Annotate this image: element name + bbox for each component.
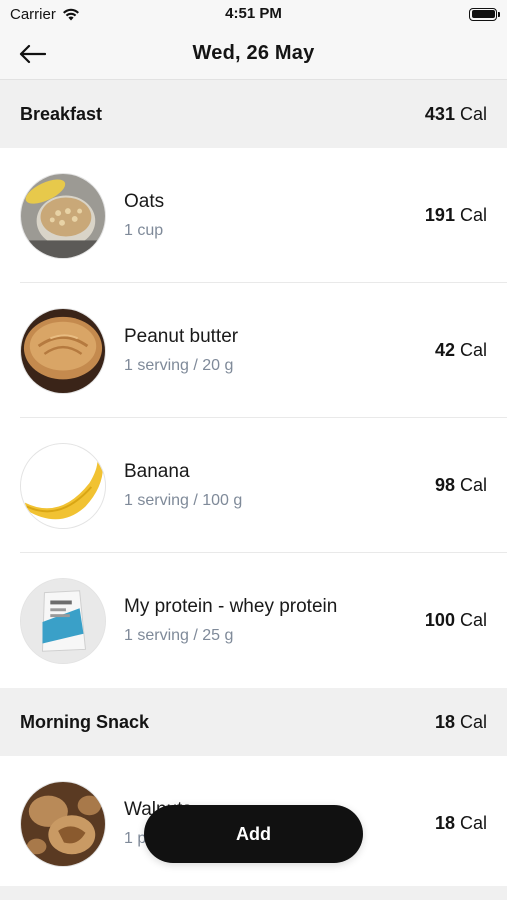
section-title: Morning Snack — [20, 711, 150, 732]
calorie-unit: Cal — [459, 205, 487, 225]
calorie-unit: Cal — [459, 711, 487, 732]
food-name: Oats — [124, 191, 165, 212]
calorie-unit: Cal — [459, 103, 487, 124]
food-amount: 1 cup — [124, 222, 164, 239]
food-row-whey-protein[interactable]: My protein - whey protein 1 serving / 25… — [0, 553, 507, 688]
food-calories: 18 Cal — [435, 813, 487, 834]
calorie-unit: Cal — [459, 340, 487, 360]
food-image-banana — [20, 442, 106, 529]
section-header-morning-snack: Morning Snack 18 Cal — [0, 688, 507, 756]
calorie-unit: Cal — [459, 475, 487, 495]
next-section-strip — [0, 886, 507, 900]
section-header-breakfast: Breakfast 431 Cal — [0, 80, 507, 148]
food-image-walnuts — [20, 780, 106, 867]
add-button[interactable]: Add — [144, 805, 363, 863]
section-title: Breakfast — [20, 103, 103, 124]
food-amount: 1 serving / 25 g — [124, 627, 234, 644]
food-calories: 98 Cal — [435, 475, 487, 496]
food-row-banana[interactable]: Banana 1 serving / 100 g 98 Cal — [0, 418, 507, 553]
food-amount: 1 serving / 100 g — [124, 492, 243, 509]
section-calories: 431 Cal — [425, 104, 487, 125]
food-name: Peanut butter — [124, 326, 239, 347]
battery-icon — [469, 7, 500, 21]
food-calories: 191 Cal — [425, 205, 487, 226]
calorie-value: 98 — [434, 475, 455, 495]
arrow-left-icon — [19, 44, 46, 64]
food-image-peanut-butter — [20, 307, 106, 394]
calorie-unit: Cal — [459, 813, 487, 833]
calorie-value: 100 — [424, 610, 455, 630]
calorie-value: 18 — [434, 711, 455, 732]
page-title: Wed, 26 May — [192, 42, 315, 64]
food-calories: 100 Cal — [425, 610, 487, 631]
calorie-value: 18 — [434, 813, 455, 833]
food-text: My protein - whey protein 1 serving / 25… — [124, 596, 425, 645]
calorie-value: 191 — [424, 205, 455, 225]
food-image-oats — [20, 172, 106, 259]
food-name: Banana — [124, 461, 190, 482]
food-name: My protein - whey protein — [124, 596, 338, 617]
food-text: Oats 1 cup — [124, 191, 425, 240]
food-text: Peanut butter 1 serving / 20 g — [124, 326, 435, 375]
calorie-unit: Cal — [459, 610, 487, 630]
food-row-oats[interactable]: Oats 1 cup 191 Cal — [0, 148, 507, 283]
section-calories: 18 Cal — [435, 712, 487, 733]
back-button[interactable] — [14, 38, 50, 70]
calorie-value: 431 — [424, 103, 455, 124]
status-time: 4:51 PM — [225, 5, 282, 22]
food-text: Banana 1 serving / 100 g — [124, 461, 435, 510]
food-row-peanut-butter[interactable]: Peanut butter 1 serving / 20 g 42 Cal — [0, 283, 507, 418]
nav-bar: Wed, 26 May — [0, 28, 507, 80]
food-amount: 1 serving / 20 g — [124, 357, 234, 374]
status-bar: Carrier 4:51 PM — [0, 0, 507, 28]
calorie-value: 42 — [434, 340, 455, 360]
food-calories: 42 Cal — [435, 340, 487, 361]
food-image-whey-protein — [20, 577, 106, 664]
